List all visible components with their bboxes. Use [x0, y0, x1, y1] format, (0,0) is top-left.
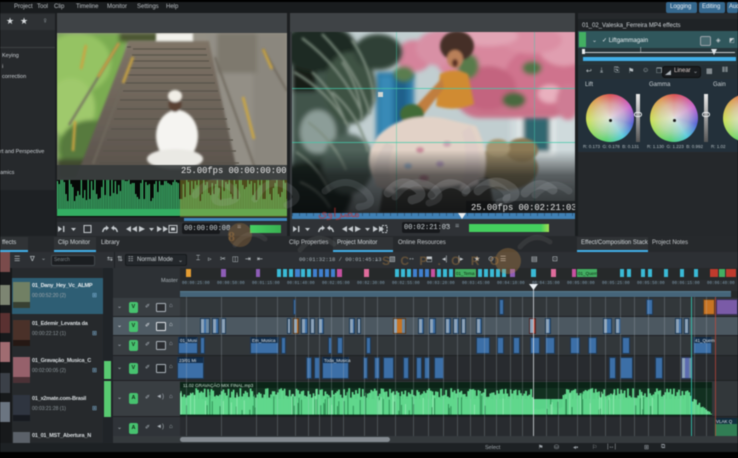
svg-text:11.02 GRAVAÇÃO MIX FINAL.mp3: 11.02 GRAVAÇÃO MIX FINAL.mp3	[183, 382, 254, 388]
